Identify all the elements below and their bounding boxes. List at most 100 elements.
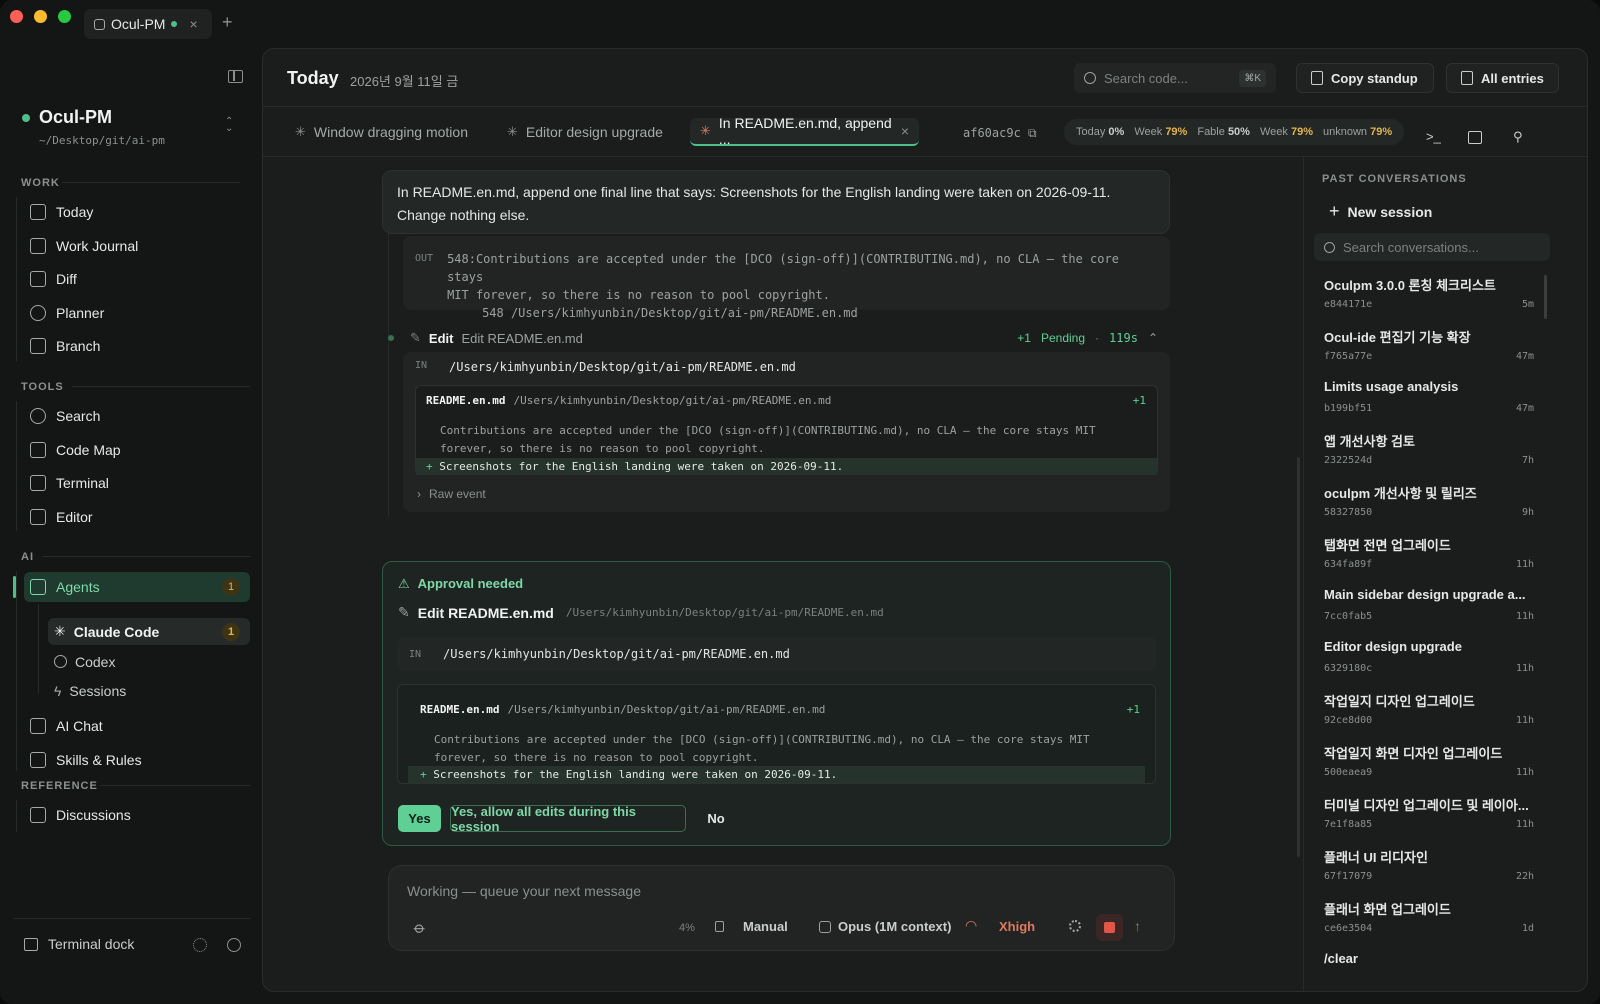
conversation-item[interactable]: 앱 개선사항 검토 2322524d 7h: [1324, 431, 1534, 479]
conversation-item[interactable]: /clear: [1324, 951, 1534, 991]
conversation-item[interactable]: 터미널 디자인 업그레이드 및 레이아... 7e1f8a85 11h: [1324, 795, 1534, 843]
search-placeholder: Search conversations...: [1343, 239, 1479, 255]
conversation-item[interactable]: Limits usage analysis b199bf51 47m: [1324, 379, 1534, 427]
workspace-switch-icon[interactable]: ⌃ ⌄: [225, 117, 233, 134]
title-bar: Ocul-PM × +: [0, 0, 1600, 48]
conversation-age: 11h: [1515, 819, 1534, 830]
new-session-button[interactable]: + New session: [1329, 201, 1432, 222]
minimize-window-button[interactable]: [34, 10, 47, 23]
model-select[interactable]: Opus (1M context): [838, 919, 951, 934]
send-arrow-icon[interactable]: ↑: [1134, 918, 1141, 934]
paperclip-icon[interactable]: ⌀: [409, 918, 430, 939]
approve-yes-button[interactable]: Yes: [398, 805, 441, 832]
conversation-hash: ce6e3504: [1324, 923, 1373, 934]
close-icon[interactable]: ×: [901, 123, 909, 139]
sidebar-item-agents[interactable]: Agents 1: [24, 572, 250, 602]
conversation-age: 1d: [1521, 923, 1534, 934]
sidebar-item-work-journal[interactable]: Work Journal: [24, 231, 250, 261]
clipboard-icon: [1311, 71, 1323, 85]
composer-settings-icon[interactable]: [1069, 920, 1081, 932]
copy-standup-button[interactable]: Copy standup: [1296, 63, 1434, 93]
effort-select[interactable]: Xhigh: [999, 919, 1035, 934]
conversation-item[interactable]: Ocul-ide 편집기 기능 확장 f765a77e 47m: [1324, 327, 1534, 375]
code-search-input[interactable]: Search code... ⌘K: [1074, 63, 1276, 93]
conversation-item[interactable]: oculpm 개선사항 및 릴리즈 58327850 9h: [1324, 483, 1534, 531]
conversation-item[interactable]: 탭화면 전면 업그레이드 634fa89f 11h: [1324, 535, 1534, 583]
sidebar-item-ai-chat[interactable]: AI Chat: [24, 711, 250, 741]
conversation-hash: 6329180c: [1324, 663, 1373, 674]
commit-hash[interactable]: af60ac9c ⧉: [963, 126, 1037, 141]
window-tab[interactable]: Ocul-PM ×: [84, 9, 212, 39]
conversation-item[interactable]: 플래너 화면 업그레이드 ce6e3504 1d: [1324, 899, 1534, 947]
workspace-name[interactable]: Ocul-PM: [39, 107, 112, 128]
zoom-window-button[interactable]: [58, 10, 71, 23]
gauge-icon: ◠: [965, 917, 978, 933]
sidebar-item-code-map[interactable]: Code Map: [24, 435, 250, 465]
conversation-title: oculpm 개선사항 및 릴리즈: [1324, 486, 1477, 501]
permission-mode-button[interactable]: Manual: [743, 919, 788, 934]
theme-sun-icon[interactable]: [193, 938, 207, 952]
past-conversations-panel: PAST CONVERSATIONS + New session Search c…: [1303, 157, 1587, 991]
copy-icon[interactable]: ⧉: [1028, 126, 1037, 140]
reject-button[interactable]: No: [698, 805, 734, 832]
sidebar-item-discussions[interactable]: Discussions: [24, 800, 250, 830]
page-title: Today: [287, 68, 339, 88]
diff-context-line: Contributions are accepted under the [DC…: [440, 424, 1096, 437]
in-path: /Users/kimhyunbin/Desktop/git/ai-pm/READ…: [443, 647, 790, 661]
out-line: 548 /Users/kimhyunbin/Desktop/git/ai-pm/…: [482, 306, 858, 320]
tab-readme-append[interactable]: ✳ In README.en.md, append ... ×: [690, 115, 919, 147]
new-tab-button[interactable]: +: [222, 12, 233, 33]
chevron-up-icon[interactable]: ⌃: [1148, 331, 1158, 345]
terminal-dock-button[interactable]: Terminal dock: [24, 936, 134, 952]
tab-window-dragging-motion[interactable]: ✳ Window dragging motion: [285, 118, 478, 146]
stop-button[interactable]: [1096, 914, 1123, 941]
conversation-item[interactable]: 플래너 UI 리디자인 67f17079 22h: [1324, 847, 1534, 895]
settings-gear-icon[interactable]: [227, 938, 241, 952]
search-placeholder: Search code...: [1104, 70, 1188, 86]
tab-close-icon[interactable]: ×: [189, 16, 197, 32]
message-composer[interactable]: Working — queue your next message ⌀ 4% M…: [388, 865, 1175, 951]
raw-event-toggle[interactable]: › Raw event: [417, 487, 486, 501]
puzzle-icon: [30, 752, 46, 768]
edit-tool-header[interactable]: ✎ Edit Edit README.en.md +1 Pending · 11…: [388, 328, 1168, 348]
sidebar-item-search[interactable]: Search: [24, 401, 250, 431]
conversation-item[interactable]: 작업일지 화면 디자인 업그레이드 500eaea9 11h: [1324, 743, 1534, 791]
sidebar-item-today[interactable]: Today: [24, 197, 250, 227]
sidebar-item-editor[interactable]: Editor: [24, 502, 250, 532]
composer-input[interactable]: Working — queue your next message: [407, 883, 641, 899]
sidebar-toggle-icon[interactable]: [228, 70, 243, 83]
terminal-prompt-icon[interactable]: >_: [1426, 129, 1441, 144]
chat-scrollbar[interactable]: [1297, 457, 1300, 857]
in-label: IN: [415, 360, 428, 371]
approve-all-button[interactable]: Yes, allow all edits during this session: [450, 804, 686, 834]
all-entries-button[interactable]: All entries: [1446, 63, 1559, 93]
sidebar-subitem-sessions[interactable]: ϟ Sessions: [48, 677, 250, 704]
approval-edit-path: /Users/kimhyunbin/Desktop/git/ai-pm/READ…: [565, 606, 884, 619]
conversation-scrollbar[interactable]: [1544, 275, 1547, 319]
sidebar-item-branch[interactable]: Branch: [24, 331, 250, 361]
in-path: /Users/kimhyunbin/Desktop/git/ai-pm/READ…: [449, 360, 796, 374]
launch-icon[interactable]: ⚲: [1513, 129, 1523, 145]
conversation-title: Oculpm 3.0.0 론칭 체크리스트: [1324, 278, 1496, 293]
conversation-item[interactable]: Editor design upgrade 6329180c 11h: [1324, 639, 1534, 687]
conversation-item[interactable]: 작업일지 디자인 업그레이드 92ce8d00 11h: [1324, 691, 1534, 739]
sidebar-item-skills-rules[interactable]: Skills & Rules: [24, 745, 250, 775]
diff-icon: [30, 271, 46, 287]
close-window-button[interactable]: [10, 10, 23, 23]
warning-icon: ⚠: [398, 576, 410, 591]
split-view-icon[interactable]: [1468, 131, 1482, 144]
conversation-item[interactable]: Oculpm 3.0.0 론칭 체크리스트 e844171e 5m: [1324, 275, 1534, 323]
diff-file-path: /Users/kimhyunbin/Desktop/git/ai-pm/READ…: [513, 394, 832, 407]
conversation-title: Limits usage analysis: [1324, 379, 1459, 394]
sidebar-item-planner[interactable]: Planner: [24, 298, 250, 328]
sidebar-subitem-claude-code[interactable]: ✳ Claude Code 1: [48, 618, 250, 645]
diff-file-name: README.en.md: [426, 394, 506, 407]
status-dot: [171, 21, 178, 27]
search-icon: [1324, 241, 1335, 253]
sidebar-item-diff[interactable]: Diff: [24, 264, 250, 294]
conversation-search-input[interactable]: Search conversations...: [1314, 233, 1550, 261]
tab-editor-design-upgrade[interactable]: ✳ Editor design upgrade: [497, 118, 673, 146]
sidebar-item-terminal[interactable]: Terminal: [24, 468, 250, 498]
conversation-item[interactable]: Main sidebar design upgrade a... 7cc0fab5…: [1324, 587, 1534, 635]
sidebar-subitem-codex[interactable]: Codex: [48, 648, 250, 675]
